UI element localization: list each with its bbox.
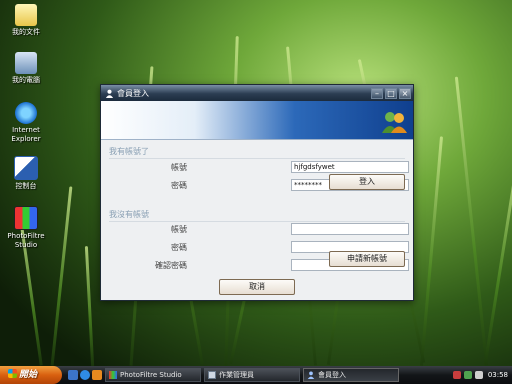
login-dialog: 會員登入 – □ × 我有帳號了 帳號 密碼 登入 我沒有帳號 帳號 密碼 確認…	[100, 84, 414, 301]
internet-explorer-icon	[15, 102, 37, 124]
minimize-button[interactable]: –	[371, 87, 383, 99]
system-tray: 03:58	[434, 366, 512, 384]
photofiltre-icon	[14, 206, 38, 230]
media-player-icon[interactable]	[92, 370, 102, 380]
user-icon	[105, 89, 114, 98]
confirm-password-label: 確認密碼	[155, 261, 187, 270]
task-label: 會員登入	[318, 371, 346, 379]
new-account-label: 帳號	[171, 225, 187, 234]
login-button[interactable]: 登入	[329, 174, 405, 190]
task-login[interactable]: 會員登入	[303, 368, 399, 382]
internet-explorer-icon[interactable]	[80, 370, 90, 380]
section-title-existing: 我有帳號了	[109, 147, 149, 156]
quick-launch	[68, 370, 102, 380]
account-input[interactable]	[291, 161, 409, 173]
cancel-button[interactable]: 取消	[219, 279, 295, 295]
language-icon[interactable]	[452, 371, 461, 379]
desktop-icon-my-documents[interactable]: 我的文件	[2, 4, 50, 37]
desktop-icon-label: PhotoFiltre Studio	[7, 232, 45, 249]
section-title-new: 我沒有帳號	[109, 210, 149, 219]
volume-icon[interactable]	[474, 371, 483, 379]
account-label: 帳號	[171, 163, 187, 172]
apply-account-button[interactable]: 申請新帳號	[329, 251, 405, 267]
start-button[interactable]: 開始	[0, 366, 62, 384]
control-panel-icon	[14, 156, 38, 180]
close-button[interactable]: ×	[399, 87, 411, 99]
user-icon	[307, 371, 315, 379]
desktop-icon-label: 控制台	[15, 182, 37, 190]
password-label: 密碼	[171, 181, 187, 190]
divider	[109, 158, 405, 159]
desktop-icon-label: 我的電腦	[12, 76, 40, 84]
window-title: 會員登入	[117, 88, 149, 98]
desktop-icon-internet-explorer[interactable]: Internet Explorer	[2, 102, 50, 144]
divider	[109, 221, 405, 222]
desktop-icon-control-panel[interactable]: 控制台	[2, 156, 50, 191]
new-account-input[interactable]	[291, 223, 409, 235]
desktop-icon-photofiltre[interactable]: PhotoFiltre Studio	[2, 206, 50, 250]
task-label: PhotoFiltre Studio	[120, 371, 182, 379]
photofiltre-icon	[109, 371, 117, 379]
new-password-label: 密碼	[171, 243, 187, 252]
task-photofiltre[interactable]: PhotoFiltre Studio	[105, 368, 201, 382]
taskbar: 開始 PhotoFiltre Studio 作業管理員 會員登入 03:58	[0, 366, 512, 384]
task-task-manager[interactable]: 作業管理員	[204, 368, 300, 382]
maximize-button[interactable]: □	[385, 87, 397, 99]
folder-icon	[15, 4, 37, 26]
clock[interactable]: 03:58	[488, 371, 508, 379]
desktop-icon-label: Internet Explorer	[11, 126, 41, 143]
windows-logo-icon	[8, 369, 17, 378]
show-desktop-icon[interactable]	[68, 370, 78, 380]
dialog-banner	[101, 101, 413, 140]
desktop-icon-label: 我的文件	[12, 28, 40, 36]
task-manager-icon	[208, 371, 216, 379]
network-icon[interactable]	[463, 371, 472, 379]
task-label: 作業管理員	[219, 371, 254, 379]
desktop-icon-my-computer[interactable]: 我的電腦	[2, 52, 50, 85]
start-label: 開始	[19, 370, 38, 380]
users-icon	[382, 112, 407, 133]
title-bar[interactable]: 會員登入 – □ ×	[101, 85, 413, 101]
computer-icon	[15, 52, 37, 74]
